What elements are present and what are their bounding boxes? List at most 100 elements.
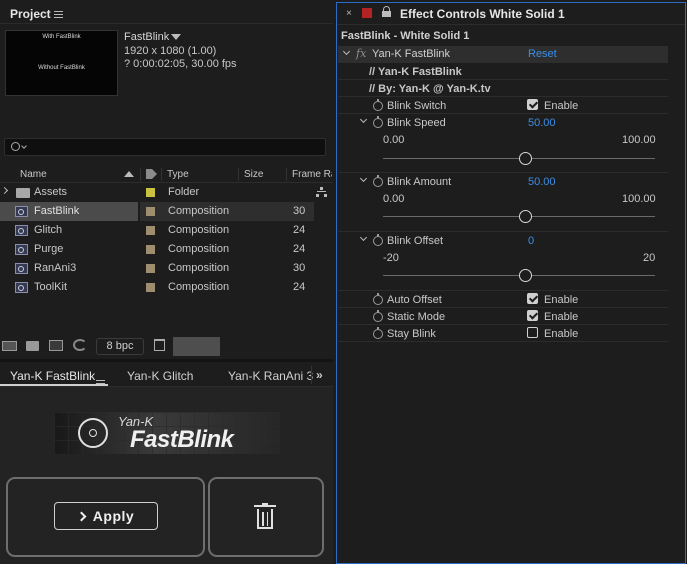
new-folder-icon[interactable]: [26, 341, 39, 351]
col-size-header[interactable]: Size: [244, 169, 263, 180]
panel-divider: [0, 359, 333, 362]
folder-icon: [16, 188, 30, 198]
stopwatch-icon[interactable]: [373, 327, 383, 339]
tab-divider: [311, 366, 312, 384]
more-tabs-icon[interactable]: »: [316, 369, 323, 381]
blink-amount-min: 0.00: [383, 193, 405, 205]
col-framerate-header[interactable]: Frame Ra: [292, 169, 332, 180]
fx-icon[interactable]: fx: [356, 47, 366, 60]
col-type-header[interactable]: Type: [167, 169, 189, 180]
project-item-type: Folder: [168, 186, 200, 198]
stay-blink-enable-label[interactable]: Enable: [544, 328, 578, 340]
col-divider: [161, 168, 162, 181]
project-search-input[interactable]: [4, 138, 326, 156]
project-panel-title[interactable]: Project: [10, 7, 51, 21]
composition-icon: [15, 225, 28, 236]
project-item-name: Assets: [34, 186, 68, 198]
ec-underline: [337, 24, 685, 25]
label-swatch[interactable]: [146, 283, 155, 292]
search-chevron-icon: [21, 143, 27, 149]
blink-amount-value[interactable]: 50.00: [528, 176, 556, 188]
project-item-value: 24: [293, 281, 306, 293]
trash-icon[interactable]: [154, 339, 165, 351]
thumb-top-text: With FastBlink: [42, 34, 81, 40]
static-mode-checkbox[interactable]: [527, 310, 538, 321]
effect-controls-title[interactable]: Effect Controls White Solid 1: [400, 7, 565, 21]
lock-icon[interactable]: [382, 6, 391, 18]
project-menu-icon[interactable]: [54, 11, 63, 18]
blink-speed-label: Blink Speed: [387, 117, 446, 129]
blink-switch-label: Blink Switch: [387, 100, 447, 112]
label-swatch[interactable]: [146, 226, 155, 235]
project-item-value: 24: [293, 243, 306, 255]
project-item-type: Composition: [168, 281, 230, 293]
apply-label: Apply: [92, 508, 135, 524]
layer-path: FastBlink - White Solid 1: [341, 30, 470, 42]
bpc-button[interactable]: 8 bpc: [96, 338, 144, 355]
comp-resolution: 1920 x 1080 (1.00): [124, 45, 217, 57]
project-settings-icon[interactable]: [73, 339, 87, 351]
fastblink-logo: Yan-K FastBlink: [54, 412, 280, 454]
chevron-right-icon: [76, 511, 87, 521]
stopwatch-icon[interactable]: [373, 293, 383, 305]
stopwatch-icon[interactable]: [373, 99, 383, 111]
blink-amount-slider-knob[interactable]: [519, 210, 532, 223]
project-item-type: Composition: [168, 262, 230, 274]
blink-offset-slider-knob[interactable]: [519, 269, 532, 282]
trash-large-icon[interactable]: [254, 503, 276, 529]
search-icon: [11, 142, 20, 151]
apply-button[interactable]: Apply: [54, 502, 158, 530]
stay-blink-checkbox[interactable]: [527, 327, 538, 338]
effect-name: Yan-K FastBlink: [372, 48, 451, 60]
thumbnail-bg-swatch[interactable]: [173, 337, 220, 356]
blink-speed-slider-knob[interactable]: [519, 152, 532, 165]
blink-speed-max: 100.00: [622, 134, 656, 146]
project-item-name[interactable]: Purge: [34, 243, 63, 255]
static-mode-enable-label[interactable]: Enable: [544, 311, 578, 323]
auto-offset-checkbox[interactable]: [527, 293, 538, 304]
label-swatch[interactable]: [146, 207, 155, 216]
project-item-name[interactable]: RanAni3: [34, 262, 76, 274]
new-composition-icon[interactable]: [49, 340, 63, 351]
stopwatch-icon[interactable]: [373, 234, 383, 246]
logo-badge-icon: [78, 418, 108, 448]
red-swatch-icon: [362, 8, 372, 18]
reset-link[interactable]: Reset: [528, 48, 557, 60]
comp-name[interactable]: FastBlink: [124, 31, 182, 43]
blink-switch-checkbox[interactable]: [527, 99, 538, 110]
flowchart-icon[interactable]: [316, 187, 327, 198]
project-item-name[interactable]: ToolKit: [34, 281, 67, 293]
project-item-name[interactable]: Glitch: [34, 224, 62, 236]
project-item-type: Composition: [168, 205, 230, 217]
col-divider: [286, 168, 287, 181]
stopwatch-icon[interactable]: [373, 310, 383, 322]
project-item-value: 24: [293, 224, 306, 236]
auto-offset-enable-label[interactable]: Enable: [544, 294, 578, 306]
project-item-value: 30: [293, 205, 306, 217]
blink-offset-min: -20: [383, 252, 399, 264]
label-swatch[interactable]: [146, 188, 155, 197]
close-icon[interactable]: ×: [346, 9, 352, 19]
comment-1: // Yan-K FastBlink: [369, 66, 462, 78]
comment-2: // By: Yan-K @ Yan-K.tv: [369, 83, 491, 95]
label-swatch[interactable]: [146, 264, 155, 273]
composition-icon: [15, 263, 28, 274]
caret-down-icon: [171, 34, 182, 41]
project-item-name: FastBlink: [34, 205, 80, 217]
blink-switch-enable-label[interactable]: Enable: [544, 100, 578, 112]
sort-up-icon[interactable]: [124, 171, 134, 177]
tab-glitch[interactable]: Yan-K Glitch: [127, 369, 193, 383]
comp-thumbnail: With FastBlink Without FastBlink: [5, 30, 118, 96]
interpret-footage-icon[interactable]: [2, 341, 17, 351]
project-item-value: 30: [293, 262, 306, 274]
tab-ranani3[interactable]: Yan-K RanAni 3: [228, 369, 313, 383]
blink-speed-value[interactable]: 50.00: [528, 117, 556, 129]
stopwatch-icon[interactable]: [373, 116, 383, 128]
blink-offset-max: 20: [643, 252, 656, 264]
label-swatch[interactable]: [146, 245, 155, 254]
col-name-header[interactable]: Name: [20, 169, 47, 180]
blink-offset-value[interactable]: 0: [528, 235, 534, 247]
panel-underline: [0, 23, 333, 24]
stopwatch-icon[interactable]: [373, 175, 383, 187]
project-item-type: Composition: [168, 243, 230, 255]
